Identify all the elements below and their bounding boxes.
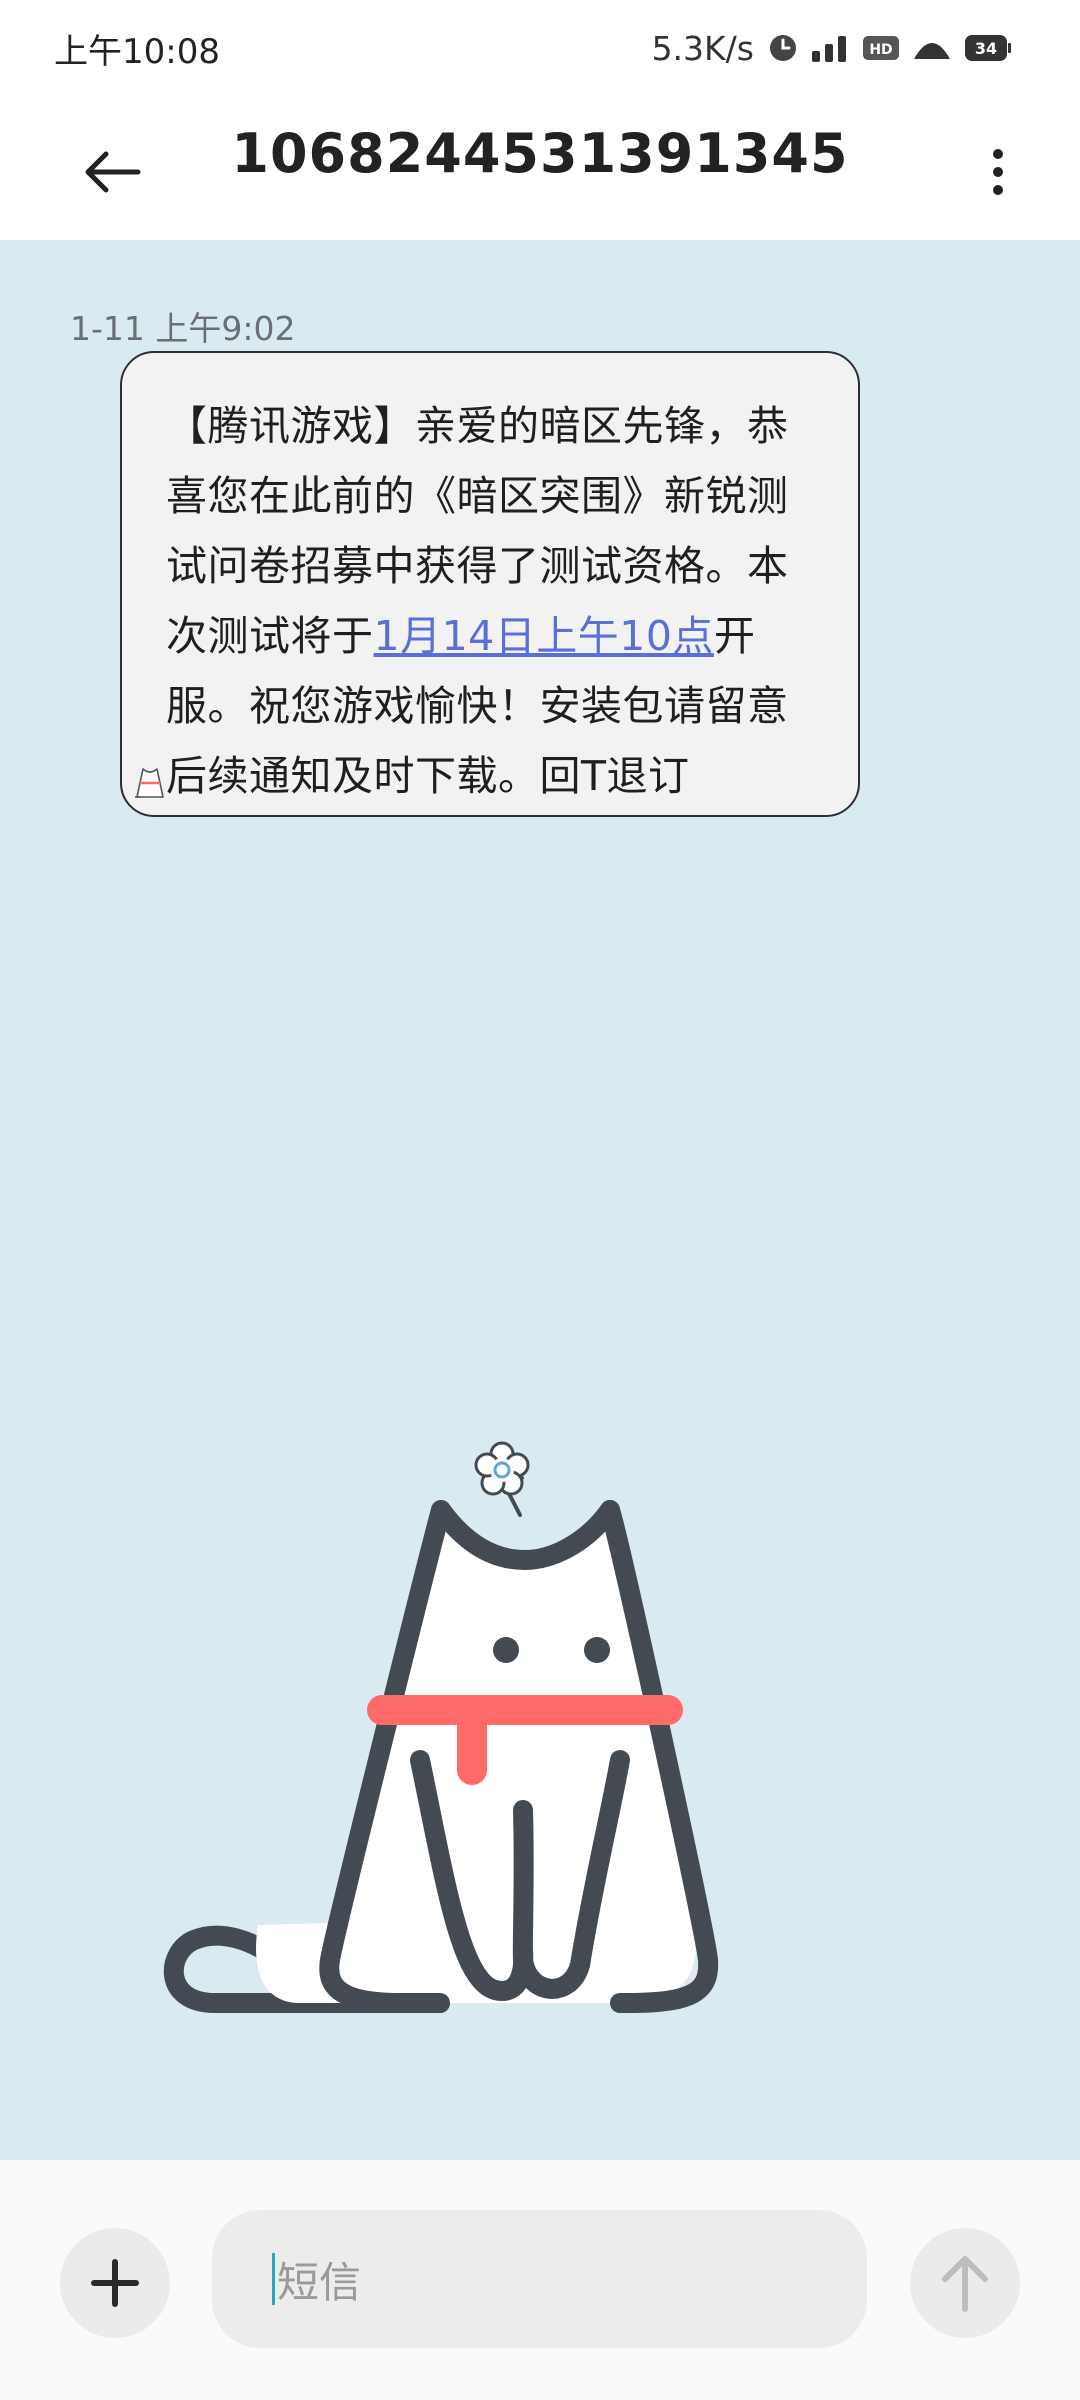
message-list[interactable]: 1-11 上午9:02 【腾讯游戏】亲爱的暗区先锋，恭喜您在此前的《暗区突围》新… — [0, 240, 1080, 2160]
network-speed: 5.3K/s — [651, 28, 754, 68]
back-button[interactable] — [70, 130, 154, 214]
cat-illustration — [163, 1441, 719, 2013]
conversation-title: 1068244531391345 — [231, 122, 849, 185]
mini-cat-icon — [134, 763, 168, 805]
message-input-placeholder: 短信 — [277, 2257, 362, 2307]
hd-label: HD — [869, 42, 892, 58]
plus-icon — [91, 2259, 139, 2307]
status-bar: 上午10:08 5.3K/s HD 34 — [0, 0, 1080, 100]
status-icons: 5.3K/s HD 34 — [652, 22, 1012, 74]
arrow-left-icon — [85, 151, 141, 193]
message-timestamp: 1-11 上午9:02 — [70, 309, 296, 348]
battery-level: 34 — [975, 39, 997, 58]
conversation-header: 1068244531391345 — [0, 100, 1080, 240]
signal-icon — [810, 33, 850, 63]
wifi-icon — [912, 33, 952, 63]
message-text: 【腾讯游戏】亲爱的暗区先锋，恭喜您在此前的《暗区突围》新锐测试问卷招募中获得了测… — [166, 391, 818, 811]
message-bubble[interactable]: 【腾讯游戏】亲爱的暗区先锋，恭喜您在此前的《暗区突围》新锐测试问卷招募中获得了测… — [120, 351, 860, 817]
composer-bar: 短信 — [0, 2160, 1080, 2400]
more-options-button[interactable] — [966, 130, 1030, 214]
more-vertical-icon — [993, 149, 1003, 195]
message-input[interactable]: 短信 — [212, 2210, 867, 2348]
send-button[interactable] — [910, 2228, 1020, 2338]
date-link[interactable]: 1月14日上午10点 — [374, 612, 714, 660]
arrow-up-icon — [942, 2256, 988, 2312]
add-attachment-button[interactable] — [60, 2228, 170, 2338]
battery-icon: 34 — [964, 33, 1012, 63]
hd-icon: HD — [862, 35, 900, 61]
text-cursor — [272, 2253, 275, 2305]
clock-icon — [768, 33, 798, 63]
status-time: 上午10:08 — [54, 32, 220, 72]
